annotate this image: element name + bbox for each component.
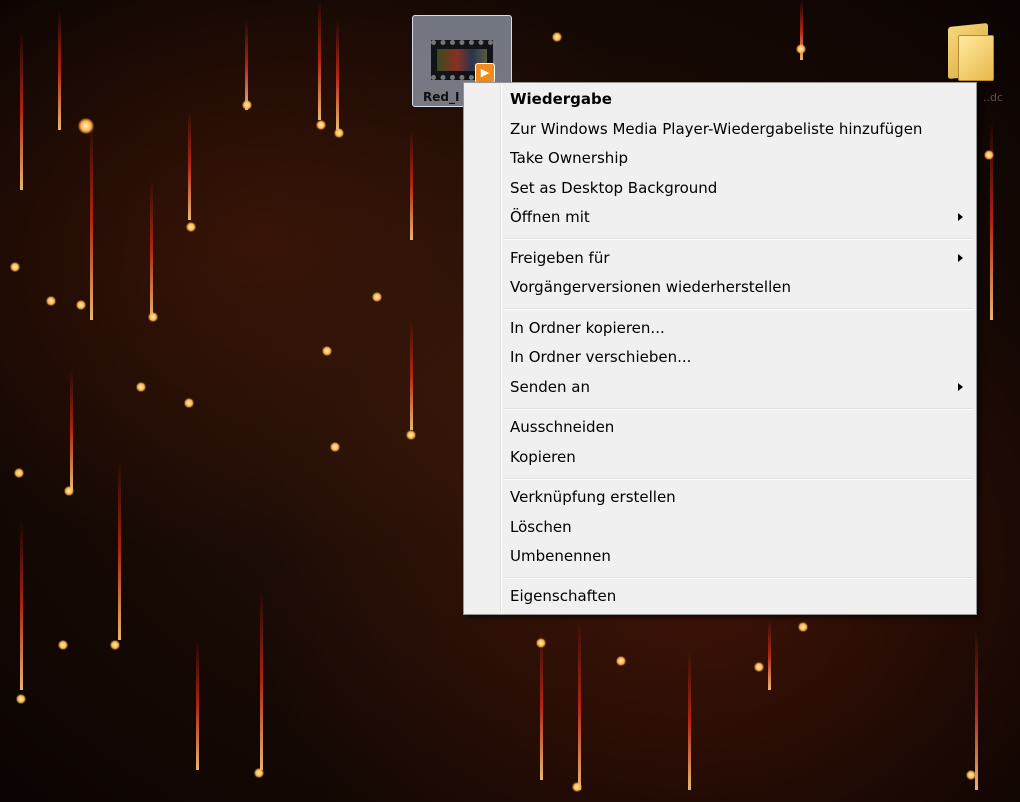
wallpaper-spark (616, 656, 626, 666)
menu-item-label: Verknüpfung erstellen (510, 488, 676, 506)
wallpaper-spark (110, 640, 120, 650)
wallpaper-spark (966, 770, 976, 780)
menu-item-wiedergabe[interactable]: Wiedergabe (467, 85, 973, 113)
menu-separator (504, 408, 973, 410)
menu-item-add-to-wmp-playlist[interactable]: Zur Windows Media Player-Wiedergabeliste… (467, 115, 973, 143)
wallpaper-streak (410, 320, 413, 430)
wallpaper-streak (975, 630, 978, 790)
wallpaper-spark (148, 312, 158, 322)
wallpaper-spark (16, 694, 26, 704)
menu-item-copy[interactable]: Kopieren (467, 443, 973, 471)
wallpaper-spark (984, 150, 994, 160)
wallpaper-streak (410, 130, 413, 240)
wallpaper-spark (14, 468, 24, 478)
wallpaper-spark (552, 32, 562, 42)
menu-item-open-with[interactable]: Öffnen mit (467, 203, 973, 231)
wallpaper-streak (336, 20, 339, 130)
wallpaper-spark (242, 100, 252, 110)
wallpaper-spark (372, 292, 382, 302)
menu-item-delete[interactable]: Löschen (467, 513, 973, 541)
file-icon-label: Red_I (423, 90, 460, 104)
menu-item-rename[interactable]: Umbenennen (467, 542, 973, 570)
menu-item-cut[interactable]: Ausschneiden (467, 413, 973, 441)
menu-item-send-to[interactable]: Senden an (467, 373, 973, 401)
wallpaper-streak (58, 10, 61, 130)
menu-item-label: Take Ownership (510, 149, 629, 167)
menu-item-move-to-folder[interactable]: In Ordner verschieben... (467, 343, 973, 371)
wallpaper-streak (118, 460, 121, 640)
folder-front-shape (958, 35, 994, 81)
menu-separator (504, 478, 973, 480)
menu-item-label: Freigeben für (510, 249, 610, 267)
menu-separator (504, 577, 973, 579)
wallpaper-spark (76, 300, 86, 310)
menu-item-create-shortcut[interactable]: Verknüpfung erstellen (467, 483, 973, 511)
wallpaper-streak (578, 620, 581, 790)
menu-item-restore-previous-versions[interactable]: Vorgängerversionen wiederherstellen (467, 273, 973, 301)
menu-item-set-desktop-background[interactable]: Set as Desktop Background (467, 174, 973, 202)
wallpaper-spark (796, 44, 806, 54)
wallpaper-spark (10, 262, 20, 272)
play-badge-icon: ▶ (475, 63, 495, 83)
wallpaper-spark (184, 398, 194, 408)
wallpaper-streak (188, 110, 191, 220)
folder-icon-label: ..dc (983, 91, 1004, 104)
menu-item-label: Eigenschaften (510, 587, 617, 605)
wallpaper-streak (768, 620, 771, 690)
wallpaper-spark (316, 120, 326, 130)
wallpaper-streak (245, 20, 248, 110)
wallpaper-spark (254, 768, 264, 778)
wallpaper-streak (318, 0, 321, 120)
wallpaper-spark (322, 346, 332, 356)
menu-item-copy-to-folder[interactable]: In Ordner kopieren... (467, 314, 973, 342)
context-menu: Wiedergabe Zur Windows Media Player-Wied… (463, 82, 977, 615)
wallpaper-spark (536, 638, 546, 648)
wallpaper-spark (798, 622, 808, 632)
menu-item-label: Ausschneiden (510, 418, 615, 436)
menu-item-share-with[interactable]: Freigeben für (467, 244, 973, 272)
wallpaper-spark (572, 782, 582, 792)
menu-item-take-ownership[interactable]: Take Ownership (467, 144, 973, 172)
menu-item-label: Senden an (510, 378, 590, 396)
menu-separator (504, 238, 973, 240)
submenu-arrow-icon (958, 383, 963, 391)
folder-icon[interactable] (944, 15, 994, 81)
wallpaper-streak (20, 30, 23, 190)
wallpaper-streak (540, 630, 543, 780)
menu-item-label: In Ordner verschieben... (510, 348, 692, 366)
wallpaper-spark (186, 222, 196, 232)
wallpaper-spark (334, 128, 344, 138)
menu-item-label: Vorgängerversionen wiederherstellen (510, 278, 791, 296)
wallpaper-spark (406, 430, 416, 440)
menu-item-label: Öffnen mit (510, 208, 590, 226)
menu-item-label: Kopieren (510, 448, 576, 466)
wallpaper-spark (136, 382, 146, 392)
wallpaper-spark (64, 486, 74, 496)
wallpaper-streak (196, 640, 199, 770)
wallpaper-streak (70, 370, 73, 490)
menu-item-label: Zur Windows Media Player-Wiedergabeliste… (510, 120, 923, 138)
wallpaper-spark (78, 118, 94, 134)
menu-item-properties[interactable]: Eigenschaften (467, 582, 973, 610)
menu-item-label: Set as Desktop Background (510, 179, 718, 197)
wallpaper-spark (330, 442, 340, 452)
wallpaper-streak (90, 120, 93, 320)
wallpaper-spark (46, 296, 56, 306)
submenu-arrow-icon (958, 213, 963, 221)
wallpaper-streak (150, 180, 153, 320)
menu-item-label: Wiedergabe (510, 90, 612, 108)
wallpaper-streak (260, 590, 263, 770)
wallpaper-streak (20, 520, 23, 690)
wallpaper-spark (754, 662, 764, 672)
wallpaper-streak (688, 650, 691, 790)
menu-item-label: Löschen (510, 518, 572, 536)
menu-separator (504, 308, 973, 310)
wallpaper-spark (58, 640, 68, 650)
menu-item-label: In Ordner kopieren... (510, 319, 665, 337)
menu-item-label: Umbenennen (510, 547, 611, 565)
submenu-arrow-icon (958, 254, 963, 262)
